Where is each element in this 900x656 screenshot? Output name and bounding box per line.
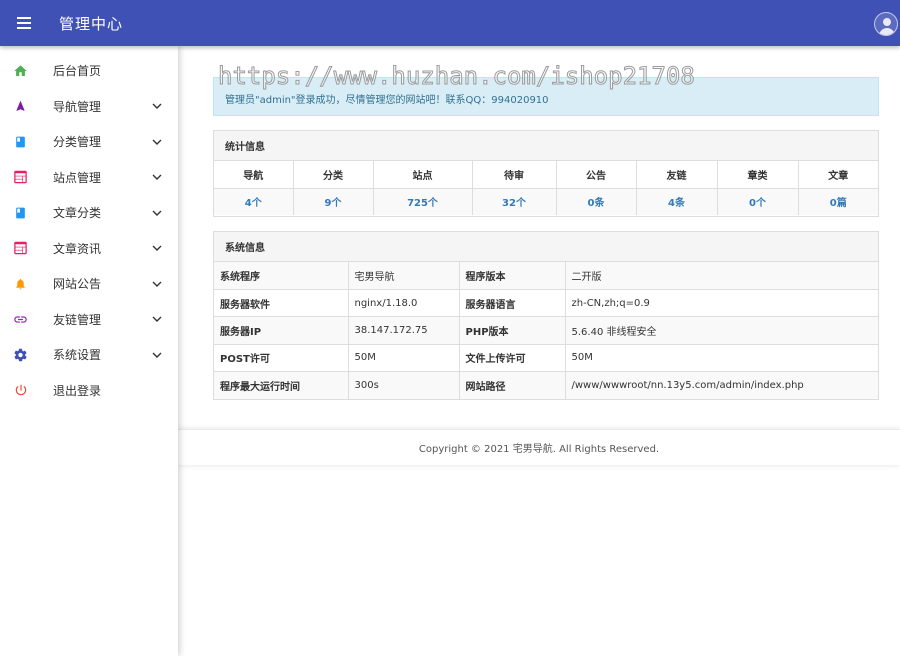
info-key: 程序最大运行时间 [214, 371, 349, 399]
stat-value[interactable]: 32个 [472, 188, 557, 215]
sidebar-item-label: 系统设置 [53, 348, 102, 363]
info-key: 系统程序 [214, 262, 349, 290]
system-info-panel: 系统信息 系统程序 宅男导航 程序版本 二开版 服务器软件 nginx/1.18… [213, 231, 879, 400]
stat-header: 文章 [798, 161, 878, 189]
sidebar-item-categories[interactable]: 分类管理 [0, 124, 178, 160]
info-value: 二开版 [565, 262, 878, 290]
web-icon [13, 241, 28, 256]
gear-icon [13, 347, 28, 362]
info-key: 服务器软件 [214, 289, 349, 318]
stat-header: 待审 [472, 161, 557, 189]
web-icon [13, 170, 28, 185]
statistics-table: 导航 分类 站点 待审 公告 友链 章类 文章 4个 9个 725个 32个 0… [214, 161, 878, 215]
book-icon [13, 205, 28, 220]
bell-icon [13, 276, 28, 291]
navigation-icon [13, 99, 28, 114]
sidebar-item-label: 导航管理 [53, 99, 102, 114]
stat-header: 友链 [636, 161, 718, 189]
chevron-down-icon [152, 316, 162, 323]
info-value: /www/wwwroot/nn.13y5.com/admin/index.php [565, 371, 878, 399]
table-row: 服务器软件 nginx/1.18.0 服务器语言 zh-CN,zh;q=0.9 [214, 289, 878, 318]
sidebar: 后台首页 导航管理 分类管理 站点管理 文章分类 文章资讯 网站公告 友链管理 … [0, 46, 178, 656]
table-row: POST许可 50M 文件上传许可 50M [214, 344, 878, 373]
system-info-table: 系统程序 宅男导航 程序版本 二开版 服务器软件 nginx/1.18.0 服务… [214, 262, 878, 399]
hamburger-menu-icon[interactable] [10, 9, 38, 37]
app-title: 管理中心 [59, 15, 124, 33]
sidebar-item-article-categories[interactable]: 文章分类 [0, 195, 178, 231]
chevron-down-icon [152, 245, 162, 252]
sidebar-item-sites[interactable]: 站点管理 [0, 160, 178, 196]
statistics-panel: 统计信息 导航 分类 站点 待审 公告 友链 章类 文章 4个 9个 725个 … [213, 130, 879, 217]
info-key: 文件上传许可 [459, 344, 566, 373]
table-row: 服务器IP 38.147.172.75 PHP版本 5.6.40 非线程安全 [214, 316, 878, 345]
info-value: 5.6.40 非线程安全 [565, 316, 878, 345]
main-content: https://www.huzhan.com/ishop21708 管理员"ad… [178, 46, 900, 656]
chevron-down-icon [152, 174, 162, 181]
home-icon [13, 63, 28, 78]
user-avatar[interactable] [874, 12, 898, 36]
sidebar-item-label: 分类管理 [53, 135, 102, 150]
info-key: 网站路径 [459, 371, 566, 399]
book-icon [13, 134, 28, 149]
info-key: POST许可 [214, 344, 349, 373]
panel-title: 系统信息 [214, 232, 878, 262]
stat-header: 分类 [293, 161, 374, 189]
table-row: 系统程序 宅男导航 程序版本 二开版 [214, 262, 878, 290]
chevron-down-icon [152, 103, 162, 110]
sidebar-item-label: 后台首页 [53, 64, 102, 79]
sidebar-item-home[interactable]: 后台首页 [0, 53, 178, 89]
sidebar-item-label: 网站公告 [53, 277, 102, 292]
stat-header: 章类 [717, 161, 799, 189]
link-icon [13, 312, 28, 327]
stat-header: 站点 [373, 161, 473, 189]
info-value: nginx/1.18.0 [348, 289, 460, 318]
chevron-down-icon [152, 281, 162, 287]
stat-header: 公告 [556, 161, 637, 189]
info-key: 程序版本 [459, 262, 566, 290]
sidebar-item-label: 文章分类 [53, 206, 102, 221]
stat-value[interactable]: 4条 [636, 188, 718, 215]
info-key: 服务器IP [214, 316, 349, 345]
stat-value[interactable]: 0篇 [798, 188, 878, 215]
info-value: zh-CN,zh;q=0.9 [565, 289, 878, 318]
info-value: 300s [348, 371, 460, 399]
stat-value[interactable]: 4个 [214, 188, 294, 215]
info-value: 50M [348, 344, 460, 373]
sidebar-item-friend-links[interactable]: 友链管理 [0, 302, 178, 338]
sidebar-item-announcements[interactable]: 网站公告 [0, 266, 178, 302]
sidebar-item-label: 站点管理 [53, 170, 102, 185]
info-value: 宅男导航 [348, 262, 460, 290]
stat-header: 导航 [214, 161, 294, 189]
sidebar-item-articles[interactable]: 文章资讯 [0, 231, 178, 267]
stat-value[interactable]: 725个 [373, 188, 473, 215]
stat-value[interactable]: 0个 [717, 188, 799, 215]
sidebar-item-label: 退出登录 [53, 383, 102, 398]
chevron-down-icon [152, 352, 162, 358]
sidebar-item-logout[interactable]: 退出登录 [0, 373, 178, 409]
sidebar-item-navigation[interactable]: 导航管理 [0, 89, 178, 125]
stat-value[interactable]: 0条 [556, 188, 637, 215]
panel-title: 统计信息 [214, 131, 878, 161]
info-value: 50M [565, 344, 878, 373]
chevron-down-icon [152, 139, 162, 145]
sidebar-item-label: 友链管理 [53, 312, 102, 327]
chevron-down-icon [152, 210, 162, 216]
info-key: PHP版本 [459, 316, 566, 345]
top-app-bar: 管理中心 [0, 0, 900, 46]
table-row: 程序最大运行时间 300s 网站路径 /www/wwwroot/nn.13y5.… [214, 371, 878, 399]
sidebar-item-label: 文章资讯 [53, 241, 102, 256]
sidebar-item-settings[interactable]: 系统设置 [0, 337, 178, 373]
info-value: 38.147.172.75 [348, 316, 460, 345]
footer-copyright: Copyright © 2021 宅男导航. All Rights Reserv… [178, 429, 900, 465]
stat-value[interactable]: 9个 [293, 188, 374, 215]
power-icon [13, 383, 28, 398]
info-key: 服务器语言 [459, 289, 566, 318]
watermark-text: https://www.huzhan.com/ishop21708 [218, 62, 696, 91]
